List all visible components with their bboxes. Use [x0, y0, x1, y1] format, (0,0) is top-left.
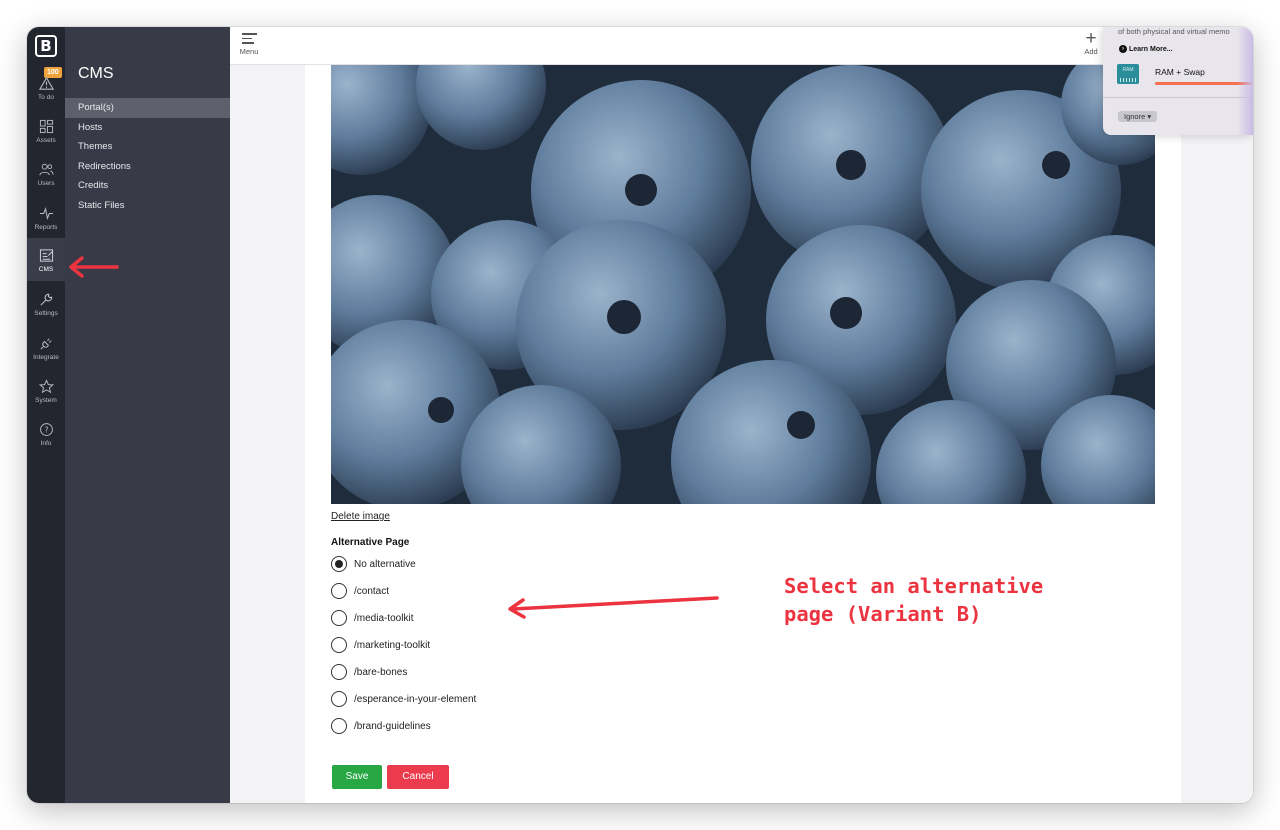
ram-usage-bar — [1155, 82, 1253, 85]
ram-swap-label: RAM + Swap — [1155, 67, 1205, 77]
rail-item-users[interactable]: Users — [27, 155, 65, 195]
menu-label: Menu — [239, 46, 259, 56]
save-button[interactable]: Save — [332, 765, 382, 789]
wrench-icon — [27, 289, 65, 311]
radio-button[interactable] — [331, 637, 347, 653]
add-label: Add — [1084, 47, 1098, 56]
alert-icon — [27, 73, 65, 95]
radio-option-no-alternative[interactable]: No alternative — [331, 555, 416, 573]
content-panel: Delete image Alternative Page No alterna… — [305, 65, 1181, 803]
arrow-circle-icon: › — [1119, 45, 1127, 53]
radio-button[interactable] — [331, 610, 347, 626]
star-icon — [27, 376, 65, 398]
annotation-line-1: Select an alternative — [781, 572, 1047, 600]
radio-option-media-toolkit[interactable]: /media-toolkit — [331, 609, 413, 627]
radio-label: /bare-bones — [354, 666, 408, 678]
learn-more-link[interactable]: › Learn More... — [1119, 45, 1173, 53]
radio-option-bare-bones[interactable]: /bare-bones — [331, 663, 407, 681]
annotation-line-2: page (Variant B) — [781, 600, 1047, 628]
rail-item-cms[interactable]: CMS — [27, 238, 65, 281]
sidebar-item-hosts[interactable]: Hosts — [65, 118, 230, 138]
annotation-callout: Select an alternative page (Variant B) — [781, 572, 1047, 628]
top-bar: Menu + Add — [230, 27, 1253, 65]
sidebar-item-themes[interactable]: Themes — [65, 137, 230, 157]
rail-label: Users — [37, 180, 55, 187]
cms-pointer-arrow-icon — [69, 256, 119, 278]
cms-sidebar: CMS Portal(s) Hosts Themes Redirections … — [65, 27, 230, 803]
plug-icon — [27, 333, 65, 355]
radio-label: /esperance-in-your-element — [354, 693, 477, 705]
radio-option-esperance[interactable]: /esperance-in-your-element — [331, 690, 476, 708]
alternative-pointer-arrow-icon — [508, 596, 719, 619]
ignore-label: Ignore — [1124, 112, 1146, 121]
rail-item-system[interactable]: System — [27, 372, 65, 412]
app-logo[interactable]: B — [35, 35, 57, 57]
rail-label: Assets — [36, 137, 56, 144]
radio-label: No alternative — [354, 558, 416, 570]
users-icon — [27, 159, 65, 181]
hamburger-icon — [241, 33, 257, 44]
rail-item-reports[interactable]: Reports — [27, 199, 65, 239]
radio-button[interactable] — [331, 583, 347, 599]
popup-divider — [1103, 97, 1253, 98]
sidebar-item-portals[interactable]: Portal(s) — [65, 98, 230, 118]
rail-item-assets[interactable]: Assets — [27, 112, 65, 152]
radio-label: /contact — [354, 585, 390, 597]
cancel-button[interactable]: Cancel — [387, 765, 449, 789]
svg-text:?: ? — [44, 426, 48, 435]
radio-button[interactable] — [331, 556, 347, 572]
sidebar-title: CMS — [78, 65, 114, 82]
rail-item-todo[interactable]: To do — [27, 69, 65, 109]
rail-item-integrate[interactable]: Integrate — [27, 329, 65, 369]
icon-rail: B 100 To do Assets Users Reports CMS Set… — [27, 27, 65, 803]
sidebar-item-static-files[interactable]: Static Files — [65, 196, 230, 216]
rail-label: Info — [40, 440, 52, 447]
system-notification: of both physical and virtual memo › Learn… — [1103, 27, 1253, 135]
notification-description: of both physical and virtual memo — [1118, 27, 1230, 36]
ignore-button[interactable]: Ignore ▾ — [1118, 111, 1158, 122]
rail-label: System — [35, 397, 57, 404]
rail-item-settings[interactable]: Settings — [27, 285, 65, 325]
cms-icon — [27, 245, 65, 267]
alternative-page-title: Alternative Page — [331, 537, 410, 548]
sidebar-item-redirections[interactable]: Redirections — [65, 157, 230, 177]
radio-option-contact[interactable]: /contact — [331, 582, 389, 600]
radio-button[interactable] — [331, 664, 347, 680]
ram-chip-icon: RAM — [1117, 64, 1139, 84]
sidebar-item-credits[interactable]: Credits — [65, 176, 230, 196]
info-icon: ? — [27, 419, 65, 441]
menu-button[interactable]: Menu — [236, 31, 262, 56]
radio-button[interactable] — [331, 718, 347, 734]
rail-label: Settings — [34, 310, 58, 317]
plus-icon: + — [1085, 28, 1097, 49]
rail-label: To do — [38, 94, 54, 101]
radio-option-marketing-toolkit[interactable]: /marketing-toolkit — [331, 636, 430, 654]
radio-option-brand-guidelines[interactable]: /brand-guidelines — [331, 717, 431, 735]
main-area: Menu + Add Delete image Alternative Page… — [230, 27, 1253, 803]
rail-label: CMS — [38, 266, 54, 273]
add-button[interactable]: + Add — [1079, 28, 1103, 57]
radio-label: /media-toolkit — [354, 612, 414, 624]
rail-item-info[interactable]: ? Info — [27, 415, 65, 455]
rail-label: Reports — [34, 224, 58, 231]
radio-label: /brand-guidelines — [354, 720, 431, 732]
browser-window: B 100 To do Assets Users Reports CMS Set… — [27, 27, 1253, 803]
learn-more-label: Learn More... — [1129, 45, 1173, 53]
assets-icon — [27, 116, 65, 138]
radio-label: /marketing-toolkit — [354, 639, 431, 651]
blueberries-image — [331, 65, 1155, 504]
radio-button[interactable] — [331, 691, 347, 707]
delete-image-link[interactable]: Delete image — [331, 511, 390, 522]
rail-label: Integrate — [33, 354, 59, 361]
pulse-icon — [27, 203, 65, 225]
